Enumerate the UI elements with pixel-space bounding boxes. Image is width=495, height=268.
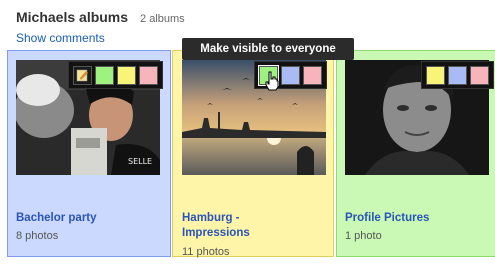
- svg-text:SELLE: SELLE: [128, 157, 152, 166]
- photo-count: 11 photos: [182, 246, 230, 258]
- edit-icon[interactable]: [73, 66, 92, 85]
- page-title: Michaels albums: [16, 9, 129, 25]
- visibility-tooltip: Make visible to everyone: [182, 38, 354, 60]
- album-count: 2 albums: [140, 13, 185, 25]
- album-title-line-1[interactable]: Hamburg -: [182, 211, 250, 226]
- album-card-bachelor-party[interactable]: SELLE Bachelor party 8 photos: [7, 50, 171, 257]
- pink-swatch-button[interactable]: [139, 66, 158, 85]
- album-title[interactable]: Hamburg - Impressions: [182, 211, 250, 241]
- pink-swatch-button[interactable]: [470, 66, 489, 85]
- green-swatch-button[interactable]: [95, 66, 114, 85]
- album-title-line-2[interactable]: Impressions: [182, 226, 250, 241]
- show-comments-link[interactable]: Show comments: [16, 31, 105, 45]
- album-card-hamburg[interactable]: Hamburg - Impressions 11 photos: [172, 50, 334, 258]
- album-title[interactable]: Bachelor party: [16, 211, 97, 226]
- pink-swatch-button[interactable]: [303, 66, 322, 85]
- visibility-color-picker: [68, 61, 163, 89]
- album-header: Michaels albums 2 albums: [16, 9, 185, 25]
- album-title[interactable]: Profile Pictures: [345, 211, 429, 226]
- blue-swatch-button[interactable]: [448, 66, 467, 85]
- blue-swatch-button[interactable]: [281, 66, 300, 85]
- album-card-profile-pictures[interactable]: Profile Pictures 1 photo: [336, 50, 495, 257]
- yellow-swatch-button[interactable]: [117, 66, 136, 85]
- yellow-swatch-button[interactable]: [426, 66, 445, 85]
- mouse-cursor-icon: [265, 71, 279, 91]
- visibility-color-picker: [421, 61, 494, 89]
- photo-count: 8 photos: [16, 230, 59, 242]
- photo-count: 1 photo: [345, 230, 382, 242]
